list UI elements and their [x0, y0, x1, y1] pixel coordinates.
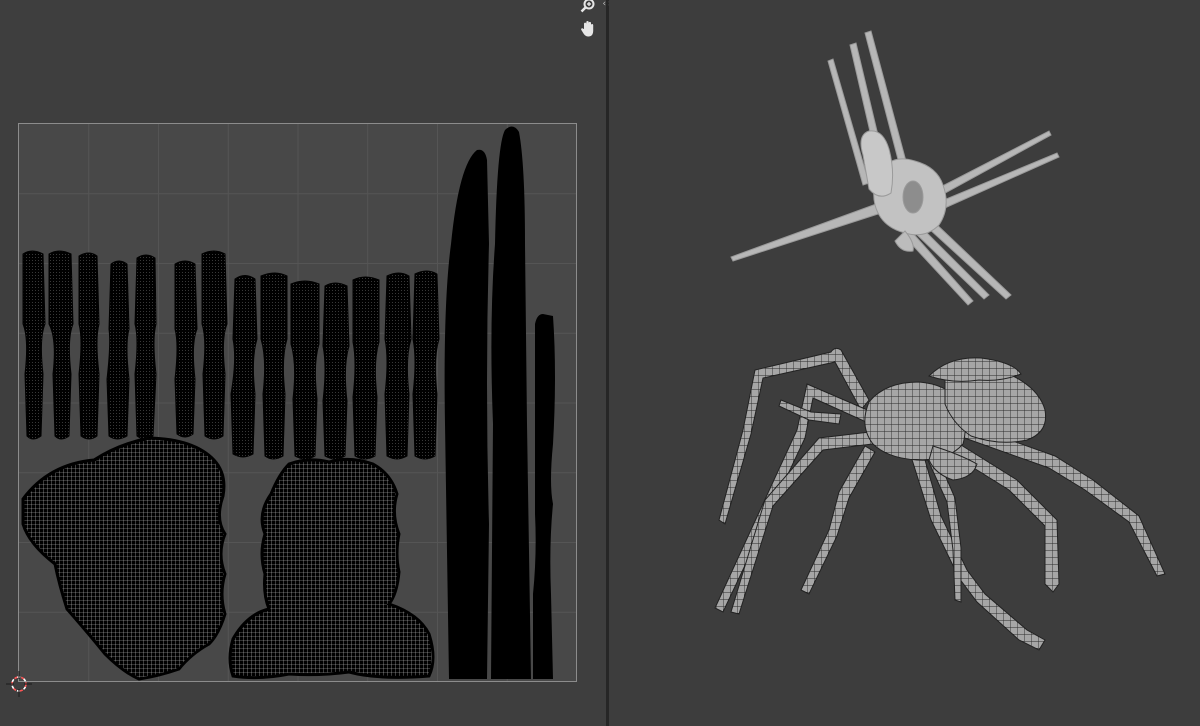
mesh-leg-g — [800, 445, 876, 595]
uv-island-leg-3 — [78, 252, 100, 440]
spider-mesh-solid-view[interactable] — [729, 25, 1069, 315]
uv-island-spine-3 — [533, 314, 555, 679]
uv-island-body-left — [21, 436, 227, 681]
mesh-leg-down-1 — [912, 224, 990, 300]
mesh-leg-down-3 — [904, 230, 974, 306]
spider-mesh-wireframe-view[interactable] — [709, 340, 1199, 705]
zoom-icon — [580, 0, 595, 13]
uv-island-leg-7 — [201, 250, 228, 440]
mesh-leg-b — [714, 383, 880, 613]
uv-island-leg-9 — [260, 272, 288, 460]
zoom-view-button[interactable] — [578, 0, 598, 16]
uv-island-leg-4 — [106, 260, 130, 440]
mesh-back-shell — [928, 357, 1022, 382]
uv-bounds[interactable] — [18, 123, 577, 682]
uv-island-leg-6 — [174, 260, 198, 438]
uv-island-leg-11 — [322, 282, 350, 460]
mesh-leg-left — [730, 202, 882, 262]
uv-island-leg-10 — [290, 280, 320, 460]
uv-island-leg-14 — [412, 270, 440, 460]
uv-island-body-right — [228, 457, 435, 680]
uv-islands[interactable] — [19, 124, 578, 683]
uv-island-leg-1 — [22, 250, 46, 440]
mesh-leg-d — [908, 445, 1046, 651]
uv-island-leg-5 — [134, 254, 157, 440]
uv-island-leg-8 — [230, 275, 258, 458]
mesh-leg-f — [958, 423, 1166, 577]
uv-island-leg-12 — [352, 276, 380, 460]
crosshair-cursor-icon[interactable] — [6, 671, 32, 697]
mesh-leg-down-2 — [926, 220, 1012, 300]
uv-island-leg-2 — [48, 250, 74, 440]
uv-island-spine-1 — [444, 149, 489, 679]
hand-pan-icon — [581, 21, 594, 37]
mesh-body-wing — [860, 130, 894, 197]
uv-island-spine-2 — [491, 126, 531, 679]
3d-viewport[interactable] — [609, 0, 1200, 726]
uv-editor[interactable] — [0, 0, 606, 726]
pan-view-button[interactable] — [578, 19, 598, 39]
uv-island-leg-13 — [384, 272, 412, 460]
